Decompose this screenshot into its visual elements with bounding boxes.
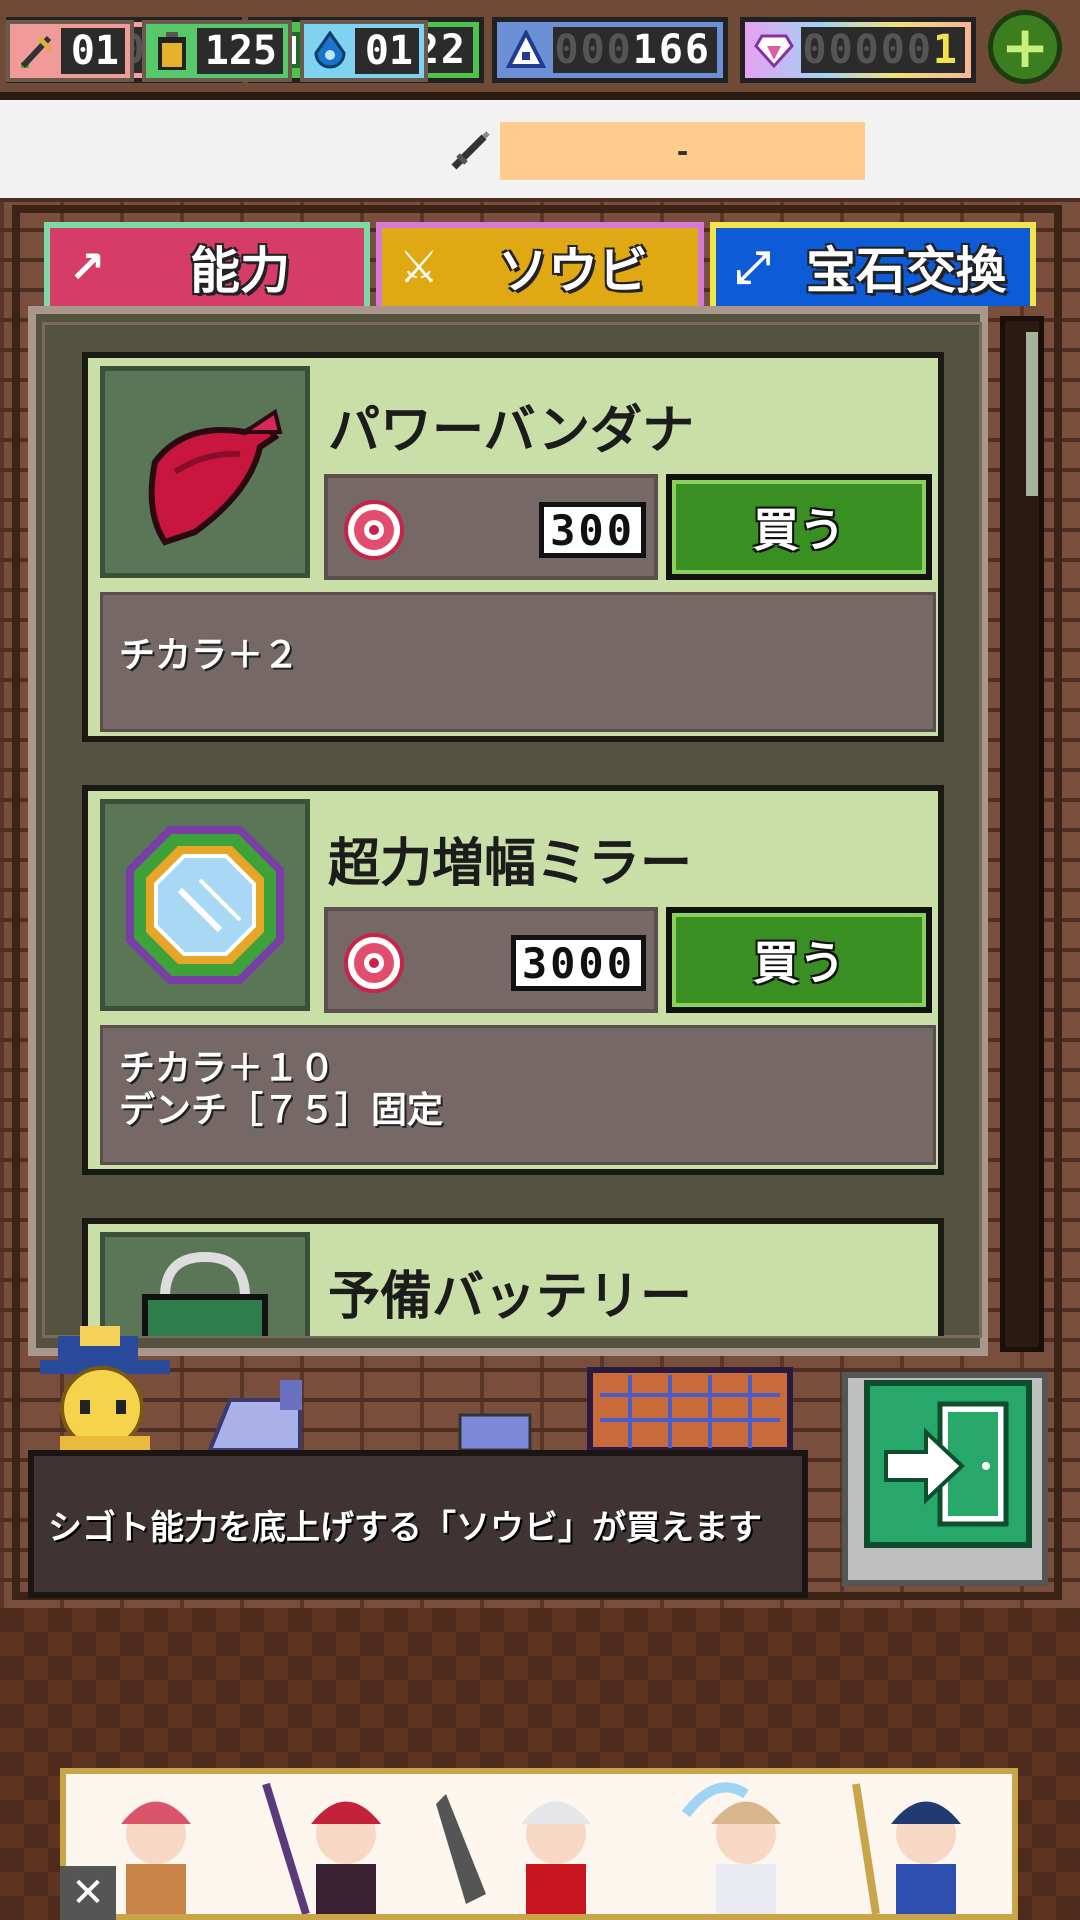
item-card: 予備バッテリー xyxy=(82,1218,944,1336)
close-icon: ✕ xyxy=(71,1870,105,1916)
currency-gem: 00000 1 xyxy=(740,17,976,83)
item-card: パワーバンダナ 300 買う チカラ＋２ xyxy=(82,352,944,742)
mirror-icon xyxy=(100,799,310,1011)
equipped-weapon-label: - xyxy=(500,122,865,180)
scrollbar-thumb[interactable] xyxy=(1026,332,1038,496)
battery-pack-icon xyxy=(100,1232,310,1336)
red-coin-icon xyxy=(342,931,406,999)
status-battery: 125 xyxy=(142,20,292,82)
tab-ability[interactable]: ↗ 能力 xyxy=(44,222,370,306)
currency-blue-padding: 000 xyxy=(554,27,633,73)
ad-banner[interactable] xyxy=(60,1768,1018,1920)
status-battery-value: 125 xyxy=(197,28,283,74)
tab-equip[interactable]: ⚔ ソウビ xyxy=(376,222,704,306)
price-box: 3000 xyxy=(324,907,658,1013)
shop-counter-items xyxy=(200,1360,820,1453)
status-pickaxe-value: 01 xyxy=(61,28,125,74)
item-price: 3000 xyxy=(510,935,646,991)
battery-icon xyxy=(151,30,193,72)
plus-icon: + xyxy=(1000,13,1050,81)
tab-equip-label: ソウビ xyxy=(498,242,648,300)
item-name: パワーバンダナ xyxy=(328,401,695,461)
add-currency-button[interactable]: + xyxy=(988,10,1062,84)
sword-icon xyxy=(440,122,500,180)
arrow-up-right-icon: ↗ xyxy=(68,241,106,293)
buy-button[interactable]: 買う xyxy=(666,474,932,580)
item-price: 300 xyxy=(539,502,646,558)
price-box: 300 xyxy=(324,474,658,580)
shopkeeper-icon xyxy=(30,1326,180,1454)
item-card: 超力増幅ミラー 3000 買う チカラ＋１０ デンチ［７５］固定 xyxy=(82,785,944,1175)
exit-door-icon xyxy=(864,1380,1032,1548)
exchange-icon: ⤢ xyxy=(735,241,771,293)
item-name: 予備バッテリー xyxy=(328,1267,693,1327)
gem-icon xyxy=(751,27,797,73)
tab-gem-exchange-label: 宝石交換 xyxy=(806,242,1006,300)
item-description: チカラ＋１０ デンチ［７５］固定 xyxy=(100,1025,936,1165)
ad-characters-image xyxy=(66,1774,1012,1914)
item-name: 超力増幅ミラー xyxy=(328,834,693,894)
currency-blue: 000 166 xyxy=(492,17,728,83)
pickaxe-icon xyxy=(15,30,57,72)
drop-icon xyxy=(309,30,351,72)
status-pickaxe: 01 xyxy=(6,20,134,82)
status-drop-value: 01 xyxy=(355,28,419,74)
pyramid-icon xyxy=(503,27,549,73)
bandana-icon xyxy=(100,366,310,578)
red-coin-icon xyxy=(342,498,406,566)
tab-ability-label: 能力 xyxy=(190,242,290,300)
currency-gem-padding: 00000 xyxy=(802,27,933,73)
item-description: チカラ＋２ xyxy=(100,592,936,732)
shopkeeper-dialog: シゴト能力を底上げする「ソウビ」が買えます xyxy=(28,1450,808,1598)
buy-button[interactable]: 買う xyxy=(666,907,932,1013)
currency-gem-value: 1 xyxy=(932,27,959,73)
tab-gem-exchange[interactable]: ⤢ 宝石交換 xyxy=(710,222,1036,306)
currency-blue-value: 166 xyxy=(632,27,711,73)
sword-icon: ⚔ xyxy=(399,241,439,293)
ad-close-button[interactable]: ✕ xyxy=(60,1866,116,1920)
status-drop: 01 xyxy=(300,20,428,82)
